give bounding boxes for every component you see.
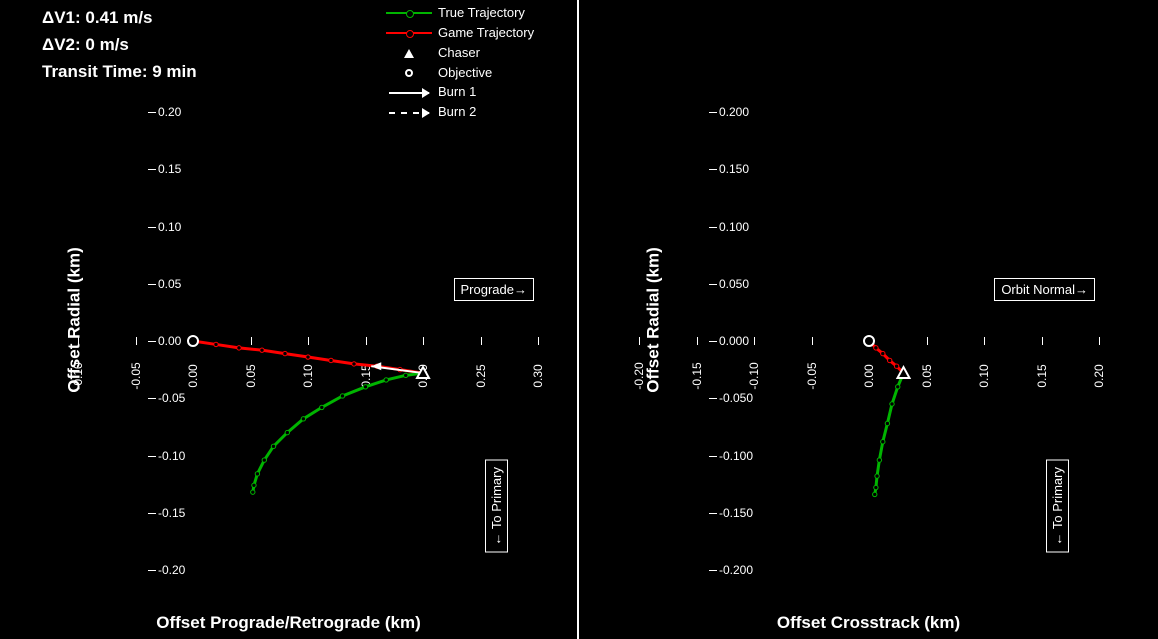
- legend-label: True Trajectory: [438, 4, 525, 23]
- annotation-right: Orbit Normal→: [994, 278, 1095, 301]
- legend-true-traj: True Trajectory: [386, 4, 534, 23]
- legend-label: Game Trajectory: [438, 24, 534, 43]
- legend-label: Objective: [438, 64, 492, 83]
- transit-text: Transit Time: 9 min: [42, 58, 197, 85]
- legend-objective: Objective: [386, 64, 534, 83]
- legend-swatch-green: [386, 6, 432, 20]
- legend: True Trajectory Game Trajectory Chaser O…: [386, 4, 534, 123]
- triangle-icon: [386, 46, 432, 60]
- plot-svg: [78, 112, 538, 570]
- legend-burn1: Burn 1: [386, 83, 534, 102]
- legend-swatch-red: [386, 26, 432, 40]
- plot-svg: [639, 112, 1099, 570]
- objective-marker: [864, 336, 874, 346]
- arrow-icon: [386, 86, 432, 100]
- legend-label: Burn 1: [438, 83, 476, 102]
- left-xlabel: Offset Prograde/Retrograde (km): [0, 613, 577, 633]
- annotation-right: Prograde→: [454, 278, 534, 301]
- right-xlabel: Offset Crosstrack (km): [579, 613, 1158, 633]
- legend-game-traj: Game Trajectory: [386, 24, 534, 43]
- root: ΔV1: 0.41 m/s ΔV2: 0 m/s Transit Time: 9…: [0, 0, 1158, 639]
- objective-marker: [188, 336, 198, 346]
- right-panel: Offset Radial (km) 0.2000.1500.1000.0500…: [579, 0, 1158, 639]
- left-plot: 0.200.150.100.050.00-0.05-0.10-0.15-0.20…: [78, 112, 538, 570]
- left-panel: ΔV1: 0.41 m/s ΔV2: 0 m/s Transit Time: 9…: [0, 0, 579, 639]
- dv1-text: ΔV1: 0.41 m/s: [42, 4, 197, 31]
- circle-icon: [386, 66, 432, 80]
- info-block: ΔV1: 0.41 m/s ΔV2: 0 m/s Transit Time: 9…: [42, 4, 197, 86]
- annotation-down: ← To Primary: [485, 460, 508, 553]
- legend-label: Chaser: [438, 44, 480, 63]
- annotation-down: ← To Primary: [1046, 460, 1069, 553]
- legend-chaser: Chaser: [386, 44, 534, 63]
- dv2-text: ΔV2: 0 m/s: [42, 31, 197, 58]
- right-plot: 0.2000.1500.1000.0500.000-0.050-0.100-0.…: [639, 112, 1099, 570]
